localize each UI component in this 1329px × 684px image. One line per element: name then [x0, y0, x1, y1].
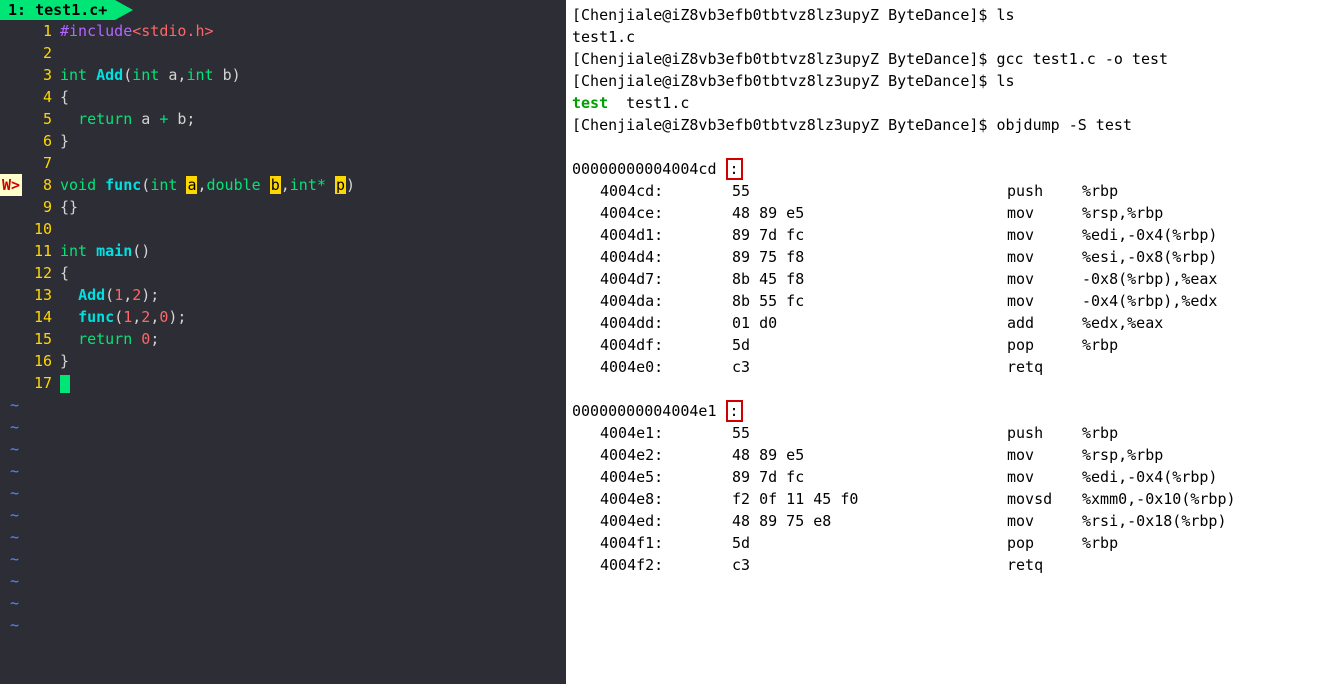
- asm-row: 4004dd:01 d0add%edx,%eax: [572, 312, 1323, 334]
- empty-line-tilde: ~: [0, 570, 566, 592]
- warning-marker: W>: [0, 174, 22, 196]
- empty-line-tilde: ~: [0, 504, 566, 526]
- asm-row: 4004df:5dpop%rbp: [572, 334, 1323, 356]
- line-number: 7: [0, 152, 60, 174]
- code-line[interactable]: 17: [0, 372, 566, 394]
- function-label: :: [726, 158, 743, 180]
- code-line[interactable]: 16}: [0, 350, 566, 372]
- terminal-line: [Chenjiale@iZ8vb3efb0tbtvz8lz3upyZ ByteD…: [572, 114, 1323, 136]
- tab-file[interactable]: 1: test1.c+: [0, 0, 115, 20]
- code-line[interactable]: 15 return 0;: [0, 328, 566, 350]
- asm-row: 4004e5:89 7d fcmov%edi,-0x4(%rbp): [572, 466, 1323, 488]
- line-number: 15: [0, 328, 60, 350]
- asm-row: 4004d7:8b 45 f8mov-0x8(%rbp),%eax: [572, 268, 1323, 290]
- code-line[interactable]: 3int Add(int a,int b): [0, 64, 566, 86]
- asm-row: 4004da:8b 55 fcmov-0x4(%rbp),%edx: [572, 290, 1323, 312]
- code-line[interactable]: 11int main(): [0, 240, 566, 262]
- asm-row: 4004d1:89 7d fcmov%edi,-0x4(%rbp): [572, 224, 1323, 246]
- asm-row: 4004ce:48 89 e5mov%rsp,%rbp: [572, 202, 1323, 224]
- empty-line-tilde: ~: [0, 614, 566, 636]
- empty-line-tilde: ~: [0, 438, 566, 460]
- code-content[interactable]: }: [60, 130, 566, 152]
- empty-line-tilde: ~: [0, 394, 566, 416]
- code-line[interactable]: 9{}: [0, 196, 566, 218]
- code-line[interactable]: 10: [0, 218, 566, 240]
- code-content[interactable]: {: [60, 86, 566, 108]
- terminal-line: 00000000004004cd :: [572, 158, 1323, 180]
- code-line[interactable]: 2: [0, 42, 566, 64]
- code-line[interactable]: 13 Add(1,2);: [0, 284, 566, 306]
- asm-row: 4004e8:f2 0f 11 45 f0movsd%xmm0,-0x10(%r…: [572, 488, 1323, 510]
- asm-row: 4004e1:55push%rbp: [572, 422, 1323, 444]
- code-content[interactable]: {: [60, 262, 566, 284]
- line-number: 5: [0, 108, 60, 130]
- line-number: 16: [0, 350, 60, 372]
- terminal-line: [Chenjiale@iZ8vb3efb0tbtvz8lz3upyZ ByteD…: [572, 70, 1323, 92]
- terminal-line: test test1.c: [572, 92, 1323, 114]
- empty-line-tilde: ~: [0, 482, 566, 504]
- code-content[interactable]: }: [60, 350, 566, 372]
- code-content[interactable]: return 0;: [60, 328, 566, 350]
- line-number: 6: [0, 130, 60, 152]
- empty-line-tilde: ~: [0, 548, 566, 570]
- line-number: 9: [0, 196, 60, 218]
- code-content[interactable]: Add(1,2);: [60, 284, 566, 306]
- terminal-line: [Chenjiale@iZ8vb3efb0tbtvz8lz3upyZ ByteD…: [572, 4, 1323, 26]
- line-number: 10: [0, 218, 60, 240]
- function-label: :: [726, 400, 743, 422]
- empty-line-tilde: ~: [0, 416, 566, 438]
- terminal-output[interactable]: [Chenjiale@iZ8vb3efb0tbtvz8lz3upyZ ByteD…: [566, 0, 1329, 684]
- asm-row: 4004cd:55push%rbp: [572, 180, 1323, 202]
- terminal-line: [572, 378, 1323, 400]
- terminal-line: [Chenjiale@iZ8vb3efb0tbtvz8lz3upyZ ByteD…: [572, 48, 1323, 70]
- empty-line-tilde: ~: [0, 592, 566, 614]
- asm-row: 4004f2:c3retq: [572, 554, 1323, 576]
- code-content[interactable]: [60, 152, 566, 174]
- line-number: 1: [0, 20, 60, 42]
- code-line[interactable]: 5 return a + b;: [0, 108, 566, 130]
- code-line[interactable]: 12{: [0, 262, 566, 284]
- tab-bar: 1: test1.c+: [0, 0, 566, 20]
- code-content[interactable]: [60, 42, 566, 64]
- cursor: [60, 375, 70, 393]
- empty-line-tilde: ~: [0, 460, 566, 482]
- asm-row: 4004e2:48 89 e5mov%rsp,%rbp: [572, 444, 1323, 466]
- code-content[interactable]: int main(): [60, 240, 566, 262]
- line-number: 17: [0, 372, 60, 394]
- code-content[interactable]: [60, 372, 566, 394]
- empty-line-tilde: ~: [0, 526, 566, 548]
- line-number: 4: [0, 86, 60, 108]
- code-content[interactable]: #include<stdio.h>: [60, 20, 566, 42]
- terminal-line: test1.c: [572, 26, 1323, 48]
- vim-editor[interactable]: 1: test1.c+ 1#include<stdio.h>23int Add(…: [0, 0, 566, 684]
- code-content[interactable]: func(1,2,0);: [60, 306, 566, 328]
- asm-row: 4004d4:89 75 f8mov%esi,-0x8(%rbp): [572, 246, 1323, 268]
- line-number: 11: [0, 240, 60, 262]
- terminal-line: [572, 136, 1323, 158]
- code-content[interactable]: int Add(int a,int b): [60, 64, 566, 86]
- code-content[interactable]: void func(int a,double b,int* p): [60, 174, 566, 196]
- code-content[interactable]: return a + b;: [60, 108, 566, 130]
- line-number: 12: [0, 262, 60, 284]
- line-number: 14: [0, 306, 60, 328]
- code-line[interactable]: 7: [0, 152, 566, 174]
- code-area[interactable]: 1#include<stdio.h>23int Add(int a,int b)…: [0, 20, 566, 636]
- code-line[interactable]: 4{: [0, 86, 566, 108]
- line-number: 13: [0, 284, 60, 306]
- code-line[interactable]: W>8void func(int a,double b,int* p): [0, 174, 566, 196]
- asm-row: 4004f1:5dpop%rbp: [572, 532, 1323, 554]
- asm-row: 4004e0:c3retq: [572, 356, 1323, 378]
- asm-row: 4004ed:48 89 75 e8mov%rsi,-0x18(%rbp): [572, 510, 1323, 532]
- code-line[interactable]: 1#include<stdio.h>: [0, 20, 566, 42]
- code-line[interactable]: 14 func(1,2,0);: [0, 306, 566, 328]
- code-content[interactable]: {}: [60, 196, 566, 218]
- code-line[interactable]: 6}: [0, 130, 566, 152]
- line-number: 2: [0, 42, 60, 64]
- code-content[interactable]: [60, 218, 566, 240]
- line-number: 3: [0, 64, 60, 86]
- terminal-line: 00000000004004e1 :: [572, 400, 1323, 422]
